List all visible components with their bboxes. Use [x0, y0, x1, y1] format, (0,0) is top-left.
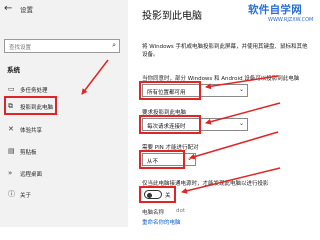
red-highlight-box [139, 115, 201, 134]
watermark-url: WWW.RJZXW.COM [268, 17, 314, 23]
page-title: 投影到此电脑 [142, 11, 202, 22]
annotation-arrow [189, 131, 279, 160]
search-input[interactable]: 查找设置 ⌕ [4, 39, 120, 53]
red-highlight-box [139, 186, 176, 203]
chevron-down-icon: ⌄ [186, 155, 192, 162]
pc-name-label: 电脑名称 [142, 210, 165, 216]
chevron-down-icon: ⌄ [238, 86, 244, 93]
back-arrow-icon[interactable]: ← [4, 3, 18, 15]
info-icon: ⓘ [8, 190, 15, 198]
sidebar-item-clipboard[interactable]: ▤ 剪贴板 [0, 143, 128, 159]
sidebar-item-label: 远程桌面 [20, 171, 43, 178]
red-highlight-box [139, 150, 185, 169]
sidebar-item-shared-experience[interactable]: ✕ 体验共享 [0, 121, 128, 137]
red-highlight-box [139, 81, 201, 100]
sidebar-item-about[interactable]: ⓘ 关于 [0, 186, 128, 202]
sidebar-item-label: 体验共享 [20, 127, 43, 134]
app-title: 设置 [20, 6, 33, 14]
rename-pc-link[interactable]: 重命名你的电脑 [142, 218, 181, 226]
sidebar-item-label: 多任务处理 [20, 87, 48, 94]
search-placeholder: 查找设置 [9, 44, 32, 51]
sidebar-item-label: 剪贴板 [20, 149, 37, 156]
sidebar-item-multitask[interactable]: ▭ 多任务处理 [0, 81, 128, 97]
remote-desktop-icon: » [8, 169, 13, 177]
sidebar-section-label: 系统 [7, 66, 20, 74]
pc-name-value: dot [176, 208, 186, 214]
red-highlight-box [4, 96, 57, 115]
chevron-down-icon: ⌄ [238, 120, 244, 127]
sidebar-item-remote-desktop[interactable]: » 远程桌面 [0, 165, 128, 181]
multitask-icon: ▭ [8, 85, 15, 93]
clipboard-icon: ▤ [8, 147, 15, 155]
shared-experience-icon: ✕ [8, 125, 14, 133]
sidebar-item-label: 关于 [20, 192, 32, 199]
watermark: 软件自学网 [248, 4, 302, 16]
search-icon[interactable]: ⌕ [112, 41, 116, 50]
sidebar: ← 设置 查找设置 ⌕ 系统 ▭ 多任务处理 ⧉ 投影到此电脑 ✕ 体验共享 ▤… [0, 0, 128, 227]
intro-text: 将 Windows 手机或电脑投影到此屏幕，并使用其键盘、鼠标和其他设备。 [142, 44, 308, 58]
